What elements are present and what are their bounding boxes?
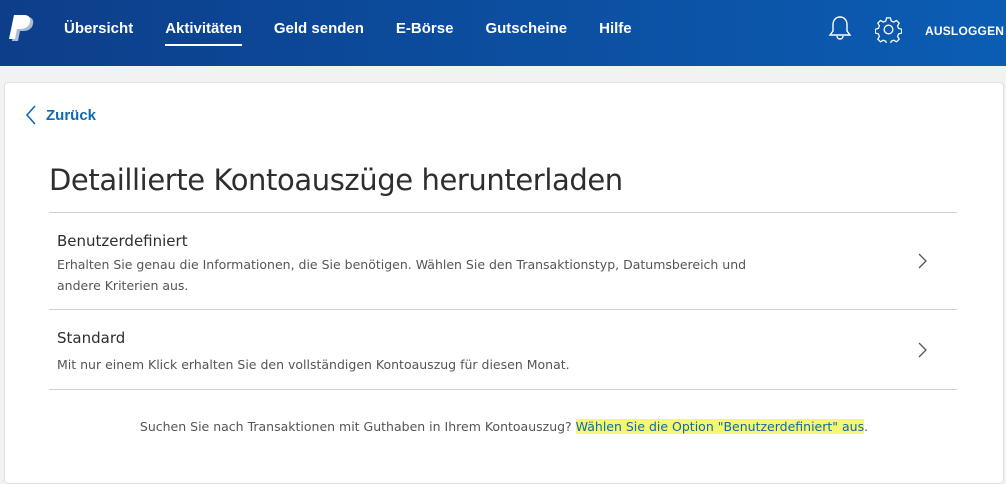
gear-icon[interactable] bbox=[875, 16, 902, 43]
nav-item-gutscheine[interactable]: Gutscheine bbox=[469, 0, 583, 66]
chevron-right-icon bbox=[918, 253, 927, 269]
footer-end: . bbox=[864, 419, 869, 434]
footer-note: Suchen Sie nach Transaktionen mit Guthab… bbox=[5, 419, 1003, 434]
nav-item-uebersicht[interactable]: Übersicht bbox=[48, 0, 149, 66]
option-benutzerdefiniert[interactable]: Benutzerdefiniert Erhalten Sie genau die… bbox=[49, 213, 957, 310]
back-label: Zurück bbox=[46, 106, 97, 124]
link-text: ählen Sie die Option "Benutzerdefiniert"… bbox=[587, 419, 865, 434]
custom-option-link[interactable]: Wählen Sie die Option "Benutzerdefiniert… bbox=[575, 419, 865, 434]
link-first-letter: W bbox=[575, 419, 588, 434]
option-standard[interactable]: Standard Mit nur einem Klick erhalten Si… bbox=[49, 310, 957, 390]
chevron-right-icon bbox=[918, 342, 927, 358]
nav-item-geld-senden[interactable]: Geld senden bbox=[258, 0, 380, 66]
option-description: Mit nur einem Klick erhalten Sie den vol… bbox=[57, 357, 570, 372]
option-title: Standard bbox=[57, 329, 126, 347]
top-navigation-bar: Übersicht Aktivitäten Geld senden E-Börs… bbox=[0, 0, 1006, 66]
page-title: Detaillierte Kontoauszüge herunterladen bbox=[49, 163, 623, 197]
nav-item-hilfe[interactable]: Hilfe bbox=[583, 0, 648, 66]
nav-item-aktivitaeten[interactable]: Aktivitäten bbox=[149, 0, 258, 66]
statement-options-list: Benutzerdefiniert Erhalten Sie genau die… bbox=[49, 212, 957, 390]
option-title: Benutzerdefiniert bbox=[57, 232, 188, 250]
content-card: Zurück Detaillierte Kontoauszüge herunte… bbox=[4, 82, 1004, 484]
nav-item-e-boerse[interactable]: E-Börse bbox=[380, 0, 470, 66]
footer-text: Suchen Sie nach Transaktionen mit Guthab… bbox=[139, 419, 576, 434]
paypal-logo-icon[interactable] bbox=[8, 14, 38, 44]
main-nav: Übersicht Aktivitäten Geld senden E-Börs… bbox=[48, 0, 648, 66]
back-link[interactable]: Zurück bbox=[25, 105, 96, 125]
bell-icon[interactable] bbox=[828, 15, 852, 41]
option-description: Erhalten Sie genau die Informationen, di… bbox=[57, 257, 747, 293]
chevron-left-icon bbox=[25, 105, 36, 125]
logout-button[interactable]: AUSLOGGEN bbox=[925, 24, 1004, 38]
